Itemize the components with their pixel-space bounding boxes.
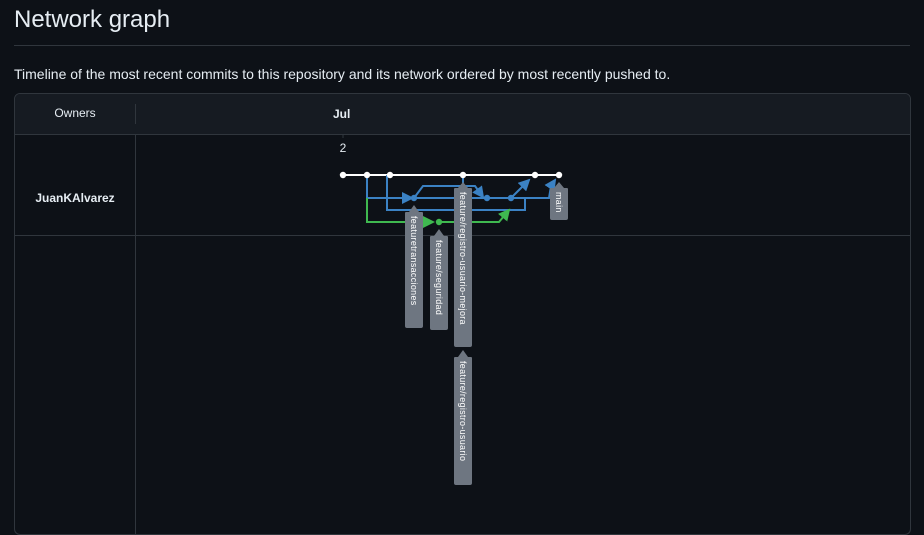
commit-dot[interactable] (410, 194, 418, 202)
branch-label-featuretransacciones[interactable]: featuretransacciones (405, 205, 423, 328)
branch-label-text: feature/registro-usuario-mejora (458, 192, 468, 325)
branch-label-text: feature/registro-usuario (458, 361, 468, 461)
commit-dot[interactable] (386, 171, 394, 179)
commit-dot[interactable] (363, 171, 371, 179)
commit-dot[interactable] (507, 194, 515, 202)
title-divider (14, 45, 910, 46)
branch-label-feature-registro-usuario[interactable]: feature/registro-usuario (454, 350, 472, 485)
commit-dot[interactable] (483, 194, 491, 202)
commit-dots-green[interactable] (435, 218, 443, 226)
branch-label-feature-seguridad[interactable]: feature/seguridad (430, 229, 448, 330)
commit-graph-canvas[interactable]: 2 featuretransacciones feature/seguridad… (15, 94, 910, 534)
commit-dot[interactable] (459, 171, 467, 179)
branch-label-main[interactable]: main (550, 182, 568, 220)
day-label: 2 (340, 141, 347, 155)
commit-dot[interactable] (555, 171, 563, 179)
branch-label-text: featuretransacciones (409, 216, 419, 306)
commit-dot[interactable] (531, 171, 539, 179)
branch-label-feature-registro-usuario-mejora[interactable]: feature/registro-usuario-mejora (454, 182, 472, 347)
branch-label-text: main (554, 192, 564, 213)
page-title: Network graph (14, 6, 171, 33)
commit-dot[interactable] (435, 218, 443, 226)
page-description: Timeline of the most recent commits to t… (14, 66, 671, 82)
branch-label-text: feature/seguridad (434, 240, 444, 315)
commit-dot[interactable] (339, 171, 347, 179)
network-graph[interactable]: Owners Jul JuanKAlvarez 2 featuretransac… (14, 93, 911, 535)
